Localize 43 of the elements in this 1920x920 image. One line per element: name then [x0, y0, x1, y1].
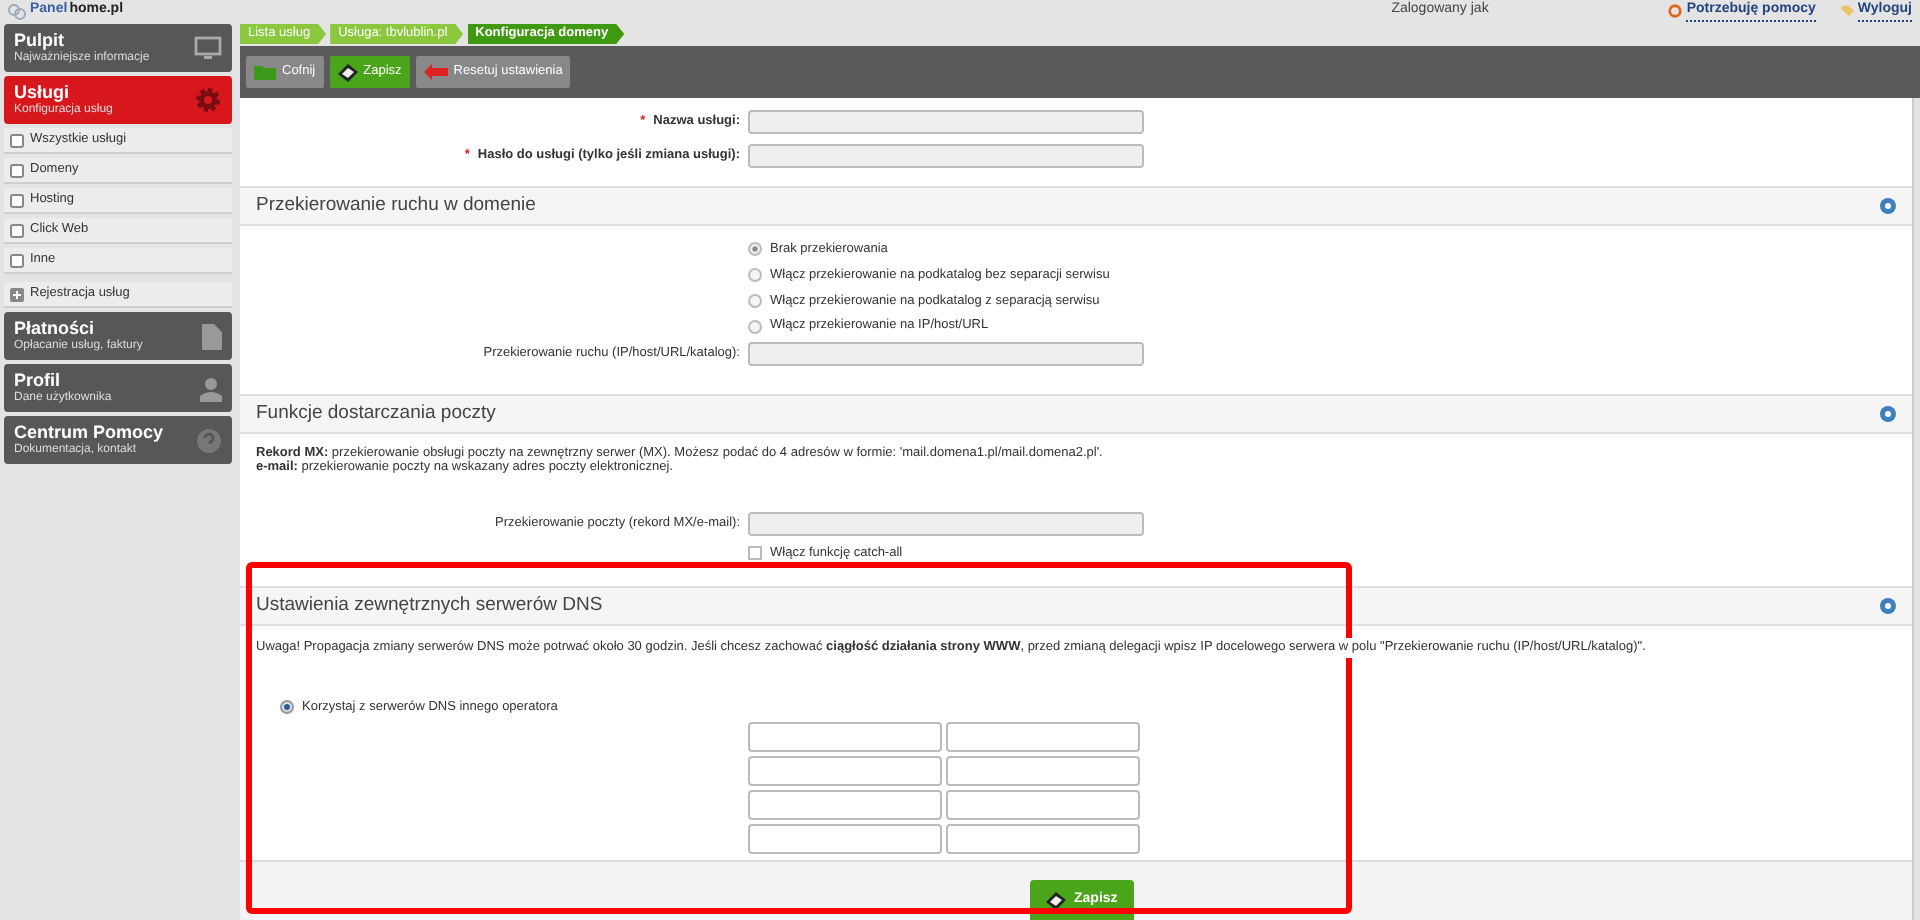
input-field[interactable]	[946, 721, 1140, 751]
floppy-icon	[1046, 891, 1066, 909]
plus-icon	[10, 287, 24, 301]
sidebar-item-title: Usługi	[14, 83, 72, 103]
input-field[interactable]	[748, 755, 942, 785]
gear-icon	[194, 86, 222, 114]
radio-button[interactable]	[748, 293, 762, 308]
floppy-icon	[337, 63, 358, 81]
radio-button[interactable]	[280, 700, 294, 715]
tag-icon	[1839, 4, 1854, 18]
square-icon	[10, 253, 24, 267]
section-title: Funkcje dostarczania poczty	[256, 399, 496, 428]
document-icon	[202, 323, 222, 349]
input-field[interactable]	[946, 823, 1140, 853]
arrow-icon	[423, 64, 448, 80]
radio-button[interactable]	[748, 268, 762, 283]
square-icon	[10, 133, 24, 147]
input-field[interactable]	[748, 823, 942, 853]
folder-icon	[254, 64, 276, 80]
help-icon[interactable]	[1880, 198, 1896, 214]
sidebar-item-title: Pulpit	[14, 31, 66, 51]
radio-button[interactable]	[748, 242, 762, 257]
input-field[interactable]	[946, 755, 1140, 785]
help-icon[interactable]	[1880, 598, 1896, 614]
section-title: Przekierowanie ruchu w domenie	[256, 191, 536, 220]
sidebar-item-title: Płatności	[14, 319, 97, 339]
help-icon	[196, 427, 222, 453]
checkbox[interactable]	[748, 546, 762, 561]
lifebuoy-icon	[1668, 4, 1683, 18]
square-icon	[10, 193, 24, 207]
square-icon	[10, 223, 24, 237]
help-icon[interactable]	[1880, 406, 1896, 422]
input-field[interactable]	[946, 789, 1140, 819]
monitor-icon	[194, 36, 222, 60]
sidebar-item-title: Profil	[14, 371, 63, 391]
section-title: Ustawienia zewnętrznych serwerów DNS	[256, 591, 603, 620]
person-icon	[200, 375, 222, 401]
input-field[interactable]	[748, 789, 942, 819]
square-icon	[10, 163, 24, 177]
radio-button[interactable]	[748, 319, 762, 334]
sidebar-item-title: Centrum Pomocy	[14, 423, 166, 443]
input-field[interactable]	[748, 721, 942, 751]
logo-icon	[8, 3, 26, 19]
